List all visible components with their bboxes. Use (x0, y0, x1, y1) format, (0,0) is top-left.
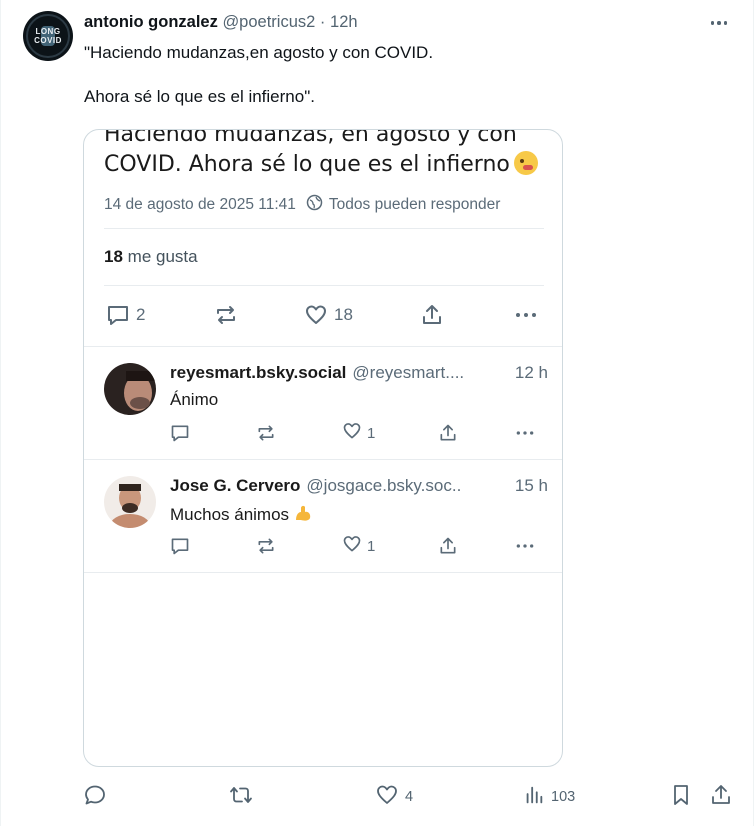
embedded-repost-action (214, 302, 238, 328)
bookmark-icon (669, 783, 693, 811)
reply-more-icon (514, 422, 536, 444)
tweet-text: "Haciendo mudanzas,en agosto y con COVID… (84, 42, 724, 108)
embedded-more-action (514, 302, 538, 328)
views-button[interactable]: 103 (523, 783, 575, 811)
views-count: 103 (551, 789, 576, 805)
reply-like-count: 1 (367, 537, 376, 555)
analytics-icon (523, 784, 545, 810)
reply-author-handle: @josgace.bsky.soc.. (306, 476, 462, 495)
embedded-like-action: 18 (304, 302, 353, 328)
repost-icon (214, 303, 238, 327)
embedded-share-action (420, 302, 444, 328)
reply-setting-label: Todos pueden responder (328, 196, 501, 213)
tweet-text-line-2: Ahora sé lo que es el infierno". (84, 87, 315, 106)
reply-avatar (104, 363, 156, 415)
tweet-action-bar: 4 103 (81, 783, 741, 811)
tweet-text-line-1: "Haciendo mudanzas,en agosto y con COVID… (84, 43, 434, 62)
reply-icon (106, 303, 130, 327)
bookmark-button[interactable] (669, 783, 693, 811)
reply-text: Ánimo (170, 390, 219, 409)
reply-author-name: Jose G. Cervero (170, 476, 301, 495)
reply-time: 15 h (514, 476, 548, 495)
heart-icon (375, 783, 399, 811)
flexed-biceps-emoji-icon (296, 505, 311, 521)
reply-comment-icon (170, 535, 190, 557)
retweet-button[interactable] (229, 783, 253, 811)
reply-like-action: 1 (342, 535, 375, 557)
reply-like-count: 1 (367, 424, 376, 442)
embedded-post-text: Haciendo mudanzas, en agosto y con COVID… (104, 129, 554, 180)
embedded-reply-item: reyesmart.bsky.social @reyesmart.... 12 … (84, 347, 562, 459)
more-icon (514, 303, 538, 327)
reply-actions: 1 (170, 422, 548, 444)
reply-share-icon (438, 535, 458, 557)
more-options-button[interactable] (707, 13, 731, 33)
embedded-reply-item: Jose G. Cervero @josgace.bsky.soc.. 15 h… (84, 460, 562, 572)
share-button[interactable] (709, 783, 733, 811)
more-dot-icon (723, 21, 728, 25)
share-icon (709, 783, 733, 811)
share-icon (420, 303, 444, 327)
embedded-post-meta: 14 de agosto de 2025 11:41 Todos pueden … (104, 194, 500, 216)
embedded-post-line-2: COVID. Ahora sé lo que es el infierno (104, 152, 510, 177)
reply-text-container: Muchos ánimos (170, 503, 313, 525)
reply-author-name: reyesmart.bsky.social (170, 363, 347, 382)
reply-button[interactable] (83, 783, 107, 811)
embedded-reply-count: 2 (136, 305, 146, 324)
reply-text: Muchos ánimos (170, 505, 290, 524)
embedded-likes-summary: 18 me gusta (104, 247, 198, 267)
avatar-text-covid: COVID (34, 36, 62, 45)
divider (84, 572, 562, 573)
reply-repost-icon (256, 535, 276, 557)
reply-comment-icon (170, 422, 190, 444)
embedded-post-line-1: Haciendo mudanzas, en agosto y con (104, 129, 517, 147)
avatar-text-long: LONG (35, 27, 61, 36)
embedded-post-datetime: 14 de agosto de 2025 11:41 (104, 196, 296, 213)
globe-icon (306, 194, 323, 216)
face-with-thermometer-emoji-icon (513, 151, 538, 175)
like-button[interactable]: 4 (375, 783, 413, 811)
heart-icon (342, 421, 362, 445)
reply-repost-icon (256, 422, 276, 444)
heart-icon (304, 303, 328, 327)
author-handle[interactable]: @poetricus2 (222, 13, 315, 31)
comment-icon (83, 783, 107, 811)
embedded-like-count: 18 (334, 305, 353, 324)
like-count: 4 (405, 789, 414, 805)
divider (104, 228, 544, 229)
reply-author-handle: @reyesmart.... (352, 363, 465, 382)
embedded-reply-action: 2 (106, 302, 145, 328)
header-separator: · (319, 13, 326, 31)
embedded-likes-count: 18 (104, 247, 123, 266)
embedded-likes-label: me gusta (127, 247, 198, 266)
author-name[interactable]: antonio gonzalez (84, 13, 218, 31)
attached-image[interactable]: Haciendo mudanzas, en agosto y con COVID… (83, 129, 563, 767)
reply-like-action: 1 (342, 422, 375, 444)
heart-icon (342, 534, 362, 558)
author-avatar[interactable]: LONG COVID (23, 11, 73, 61)
reply-more-icon (514, 535, 536, 557)
reply-share-icon (438, 422, 458, 444)
tweet-header: antonio gonzalez @poetricus2 · 12h (84, 13, 358, 35)
reply-time: 12 h (514, 363, 548, 382)
reply-actions: 1 (170, 535, 548, 557)
embedded-post-actions: 2 18 (104, 302, 544, 328)
more-dot-icon (717, 21, 721, 25)
tweet[interactable]: LONG COVID antonio gonzalez @poetricus2 … (0, 0, 754, 826)
divider (104, 285, 544, 286)
retweet-icon (229, 783, 253, 811)
reply-avatar (104, 476, 156, 528)
more-dot-icon (710, 21, 715, 25)
tweet-time[interactable]: 12h (330, 13, 358, 31)
